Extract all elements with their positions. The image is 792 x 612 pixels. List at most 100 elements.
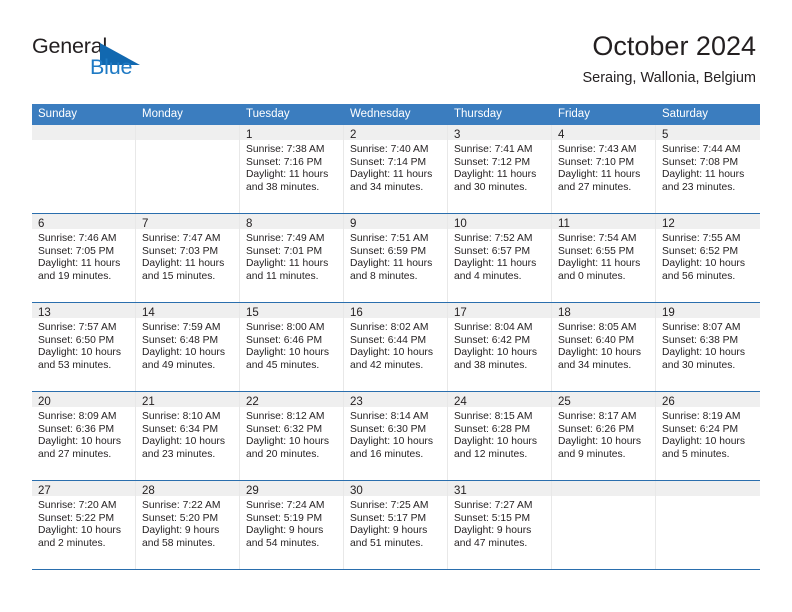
daylight-text: Daylight: 10 hours and 9 minutes.: [558, 436, 641, 460]
sunrise-text: Sunrise: 8:04 AM: [454, 322, 533, 333]
day-number: 3: [454, 129, 461, 141]
day-number-band: [656, 481, 760, 496]
day-sun-info: Sunrise: 7:38 AM Sunset: 7:16 PM Daylight:…: [240, 140, 343, 194]
daylight-text: Daylight: 11 hours and 27 minutes.: [558, 169, 641, 193]
day-number: 15: [246, 307, 259, 319]
weekday-header-friday: Friday: [558, 108, 590, 120]
weekday-header-tuesday: Tuesday: [246, 108, 290, 120]
sunset-text: Sunset: 6:59 PM: [350, 245, 427, 257]
calendar-day-cell[interactable]: 24 Sunrise: 8:15 AM Sunset: 6:28 PM Dayligh…: [448, 392, 552, 480]
day-sun-info: Sunrise: 8:02 AM Sunset: 6:44 PM Daylight:…: [344, 318, 447, 372]
weekday-header-wednesday: Wednesday: [350, 108, 411, 120]
calendar-day-cell[interactable]: 28 Sunrise: 7:22 AM Sunset: 5:20 PM Dayligh…: [136, 481, 240, 569]
day-number-band: 25: [552, 392, 655, 408]
daylight-text: Daylight: 10 hours and 5 minutes.: [662, 436, 745, 460]
calendar-day-cell[interactable]: 31 Sunrise: 7:27 AM Sunset: 5:15 PM Dayligh…: [448, 481, 552, 569]
day-number: 19: [662, 307, 675, 319]
sunset-text: Sunset: 6:26 PM: [558, 423, 635, 435]
calendar-day-cell[interactable]: 3 Sunrise: 7:41 AM Sunset: 7:12 PM Daylight…: [448, 125, 552, 213]
day-sun-info: Sunrise: 7:20 AM Sunset: 5:22 PM Daylight:…: [32, 496, 135, 550]
page-subtitle: Seraing, Wallonia, Belgium: [582, 70, 756, 86]
day-number: 28: [142, 485, 155, 497]
calendar-day-cell[interactable]: 5 Sunrise: 7:44 AM Sunset: 7:08 PM Daylight…: [656, 125, 760, 213]
calendar-day-cell[interactable]: 23 Sunrise: 8:14 AM Sunset: 6:30 PM Dayligh…: [344, 392, 448, 480]
calendar-day-cell[interactable]: 19 Sunrise: 8:07 AM Sunset: 6:38 PM Dayligh…: [656, 303, 760, 391]
sunset-text: Sunset: 6:34 PM: [142, 423, 219, 435]
day-number-band: 27: [32, 481, 135, 497]
calendar-day-cell[interactable]: 6 Sunrise: 7:46 AM Sunset: 7:05 PM Daylight…: [32, 214, 136, 302]
day-number-band: 15: [240, 303, 343, 319]
calendar-page: General Blue October 2024 Seraing, Wallo…: [0, 0, 792, 612]
daylight-text: Daylight: 9 hours and 58 minutes.: [142, 525, 220, 549]
calendar-day-cell[interactable]: 4 Sunrise: 7:43 AM Sunset: 7:10 PM Daylight…: [552, 125, 656, 213]
day-sun-info: Sunrise: 8:17 AM Sunset: 6:26 PM Daylight:…: [552, 407, 655, 461]
sunset-text: Sunset: 6:42 PM: [454, 334, 531, 346]
day-number-band: 16: [344, 303, 447, 319]
calendar-day-cell[interactable]: 2 Sunrise: 7:40 AM Sunset: 7:14 PM Daylight…: [344, 125, 448, 213]
daylight-text: Daylight: 11 hours and 8 minutes.: [350, 258, 433, 282]
daylight-text: Daylight: 11 hours and 4 minutes.: [454, 258, 537, 282]
calendar-day-cell[interactable]: 12 Sunrise: 7:55 AM Sunset: 6:52 PM Dayligh…: [656, 214, 760, 302]
day-sun-info: Sunrise: 7:40 AM Sunset: 7:14 PM Daylight:…: [344, 140, 447, 194]
day-number-band: 3: [448, 125, 551, 141]
sunrise-text: Sunrise: 7:47 AM: [142, 233, 221, 244]
sunset-text: Sunset: 6:57 PM: [454, 245, 531, 257]
day-number-band: 30: [344, 481, 447, 497]
sunrise-text: Sunrise: 7:24 AM: [246, 500, 325, 511]
calendar-day-cell[interactable]: 20 Sunrise: 8:09 AM Sunset: 6:36 PM Dayligh…: [32, 392, 136, 480]
day-sun-info: Sunrise: 7:46 AM Sunset: 7:05 PM Daylight:…: [32, 229, 135, 283]
sunset-text: Sunset: 6:36 PM: [38, 423, 115, 435]
day-number-band: 21: [136, 392, 239, 408]
calendar-day-cell[interactable]: 7 Sunrise: 7:47 AM Sunset: 7:03 PM Daylight…: [136, 214, 240, 302]
daylight-text: Daylight: 10 hours and 20 minutes.: [246, 436, 329, 460]
calendar-day-cell[interactable]: 15 Sunrise: 8:00 AM Sunset: 6:46 PM Dayligh…: [240, 303, 344, 391]
calendar-day-cell[interactable]: 8 Sunrise: 7:49 AM Sunset: 7:01 PM Daylight…: [240, 214, 344, 302]
calendar-day-cell[interactable]: 21 Sunrise: 8:10 AM Sunset: 6:34 PM Dayligh…: [136, 392, 240, 480]
sunset-text: Sunset: 7:14 PM: [350, 156, 427, 168]
day-number: 10: [454, 218, 467, 230]
daylight-text: Daylight: 9 hours and 54 minutes.: [246, 525, 324, 549]
day-sun-info: Sunrise: 7:41 AM Sunset: 7:12 PM Daylight:…: [448, 140, 551, 194]
daylight-text: Daylight: 10 hours and 53 minutes.: [38, 347, 121, 371]
calendar-weeks: 1 Sunrise: 7:38 AM Sunset: 7:16 PM Daylight…: [32, 125, 760, 570]
daylight-text: Daylight: 9 hours and 51 minutes.: [350, 525, 428, 549]
calendar-day-cell[interactable]: 17 Sunrise: 8:04 AM Sunset: 6:42 PM Dayligh…: [448, 303, 552, 391]
sunrise-text: Sunrise: 7:49 AM: [246, 233, 325, 244]
calendar-day-cell[interactable]: 13 Sunrise: 7:57 AM Sunset: 6:50 PM Dayligh…: [32, 303, 136, 391]
calendar-day-cell[interactable]: 29 Sunrise: 7:24 AM Sunset: 5:19 PM Dayligh…: [240, 481, 344, 569]
calendar-day-cell[interactable]: 16 Sunrise: 8:02 AM Sunset: 6:44 PM Dayligh…: [344, 303, 448, 391]
day-number: 30: [350, 485, 363, 497]
weekday-header-thursday: Thursday: [454, 108, 502, 120]
brand-logo[interactable]: General Blue: [32, 34, 212, 86]
sunrise-text: Sunrise: 8:19 AM: [662, 411, 741, 422]
sunrise-text: Sunrise: 8:10 AM: [142, 411, 221, 422]
calendar-day-cell[interactable]: 10 Sunrise: 7:52 AM Sunset: 6:57 PM Dayligh…: [448, 214, 552, 302]
daylight-text: Daylight: 10 hours and 2 minutes.: [38, 525, 121, 549]
day-number: 7: [142, 218, 149, 230]
day-number: 31: [454, 485, 467, 497]
calendar-day-cell[interactable]: 11 Sunrise: 7:54 AM Sunset: 6:55 PM Dayligh…: [552, 214, 656, 302]
calendar-day-cell[interactable]: 14 Sunrise: 7:59 AM Sunset: 6:48 PM Dayligh…: [136, 303, 240, 391]
calendar-week-row: 6 Sunrise: 7:46 AM Sunset: 7:05 PM Daylight…: [32, 214, 760, 303]
calendar-day-cell[interactable]: 1 Sunrise: 7:38 AM Sunset: 7:16 PM Daylight…: [240, 125, 344, 213]
page-title: October 2024: [592, 31, 756, 61]
calendar-week-row: 1 Sunrise: 7:38 AM Sunset: 7:16 PM Daylight…: [32, 125, 760, 214]
weekday-header-row: Sunday Monday Tuesday Wednesday Thursday…: [32, 104, 760, 125]
calendar-day-cell[interactable]: 27 Sunrise: 7:20 AM Sunset: 5:22 PM Dayligh…: [32, 481, 136, 569]
day-number-band: 17: [448, 303, 551, 319]
calendar-day-cell[interactable]: 22 Sunrise: 8:12 AM Sunset: 6:32 PM Dayligh…: [240, 392, 344, 480]
sunrise-text: Sunrise: 8:17 AM: [558, 411, 637, 422]
calendar-day-cell[interactable]: 26 Sunrise: 8:19 AM Sunset: 6:24 PM Dayligh…: [656, 392, 760, 480]
day-sun-info: Sunrise: 7:24 AM Sunset: 5:19 PM Daylight:…: [240, 496, 343, 550]
sunrise-text: Sunrise: 8:09 AM: [38, 411, 117, 422]
day-number-band: 14: [136, 303, 239, 319]
sunset-text: Sunset: 5:15 PM: [454, 512, 531, 524]
calendar-day-cell[interactable]: 25 Sunrise: 8:17 AM Sunset: 6:26 PM Dayligh…: [552, 392, 656, 480]
day-number-band: 8: [240, 214, 343, 230]
calendar-day-cell[interactable]: 30 Sunrise: 7:25 AM Sunset: 5:17 PM Dayligh…: [344, 481, 448, 569]
calendar-day-cell[interactable]: 18 Sunrise: 8:05 AM Sunset: 6:40 PM Dayligh…: [552, 303, 656, 391]
calendar-day-cell[interactable]: 9 Sunrise: 7:51 AM Sunset: 6:59 PM Daylight…: [344, 214, 448, 302]
day-sun-info: Sunrise: 7:55 AM Sunset: 6:52 PM Daylight:…: [656, 229, 760, 283]
day-sun-info: Sunrise: 7:27 AM Sunset: 5:15 PM Daylight:…: [448, 496, 551, 550]
day-sun-info: Sunrise: 7:51 AM Sunset: 6:59 PM Daylight:…: [344, 229, 447, 283]
